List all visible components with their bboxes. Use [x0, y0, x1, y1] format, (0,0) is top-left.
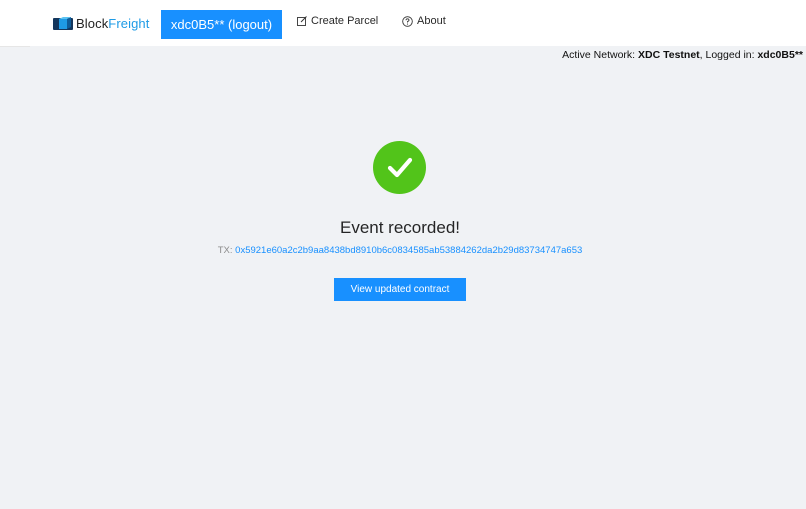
- cube-logo-icon: [53, 16, 73, 30]
- edit-icon: [297, 16, 307, 26]
- transaction-line: TX: 0x5921e60a2c2b9aa8438bd8910b6c083458…: [0, 245, 800, 256]
- logo-text-block: Block: [76, 15, 109, 31]
- user-logout-label: xdc0B5** (logout): [170, 17, 273, 32]
- network-name: XDC Testnet: [638, 49, 700, 61]
- top-header: BlockFreight xdc0B5** (logout) Create Pa…: [0, 0, 806, 46]
- network-status: Active Network: XDC Testnet, Logged in: …: [562, 49, 803, 61]
- create-parcel-menu-item[interactable]: Create Parcel: [297, 15, 378, 27]
- blockfreight-logo[interactable]: BlockFreight: [53, 13, 149, 33]
- logo-text-freight: Freight: [108, 15, 150, 31]
- check-circle-icon: [373, 141, 426, 194]
- logged-user: xdc0B5**: [757, 49, 803, 61]
- about-menu-item[interactable]: About: [402, 15, 446, 27]
- header-divider: [0, 46, 30, 47]
- question-circle-icon: [402, 15, 413, 27]
- result-title: Event recorded!: [339, 218, 460, 237]
- tx-label: TX:: [217, 245, 236, 256]
- user-logout-menu-item[interactable]: xdc0B5** (logout): [161, 10, 282, 39]
- create-parcel-label: Create Parcel: [311, 15, 379, 27]
- tx-hash-link[interactable]: 0x5921e60a2c2b9aa8438bd8910b6c0834585ab5…: [235, 245, 582, 256]
- about-label: About: [417, 15, 446, 27]
- view-updated-contract-button[interactable]: View updated contract: [334, 278, 466, 301]
